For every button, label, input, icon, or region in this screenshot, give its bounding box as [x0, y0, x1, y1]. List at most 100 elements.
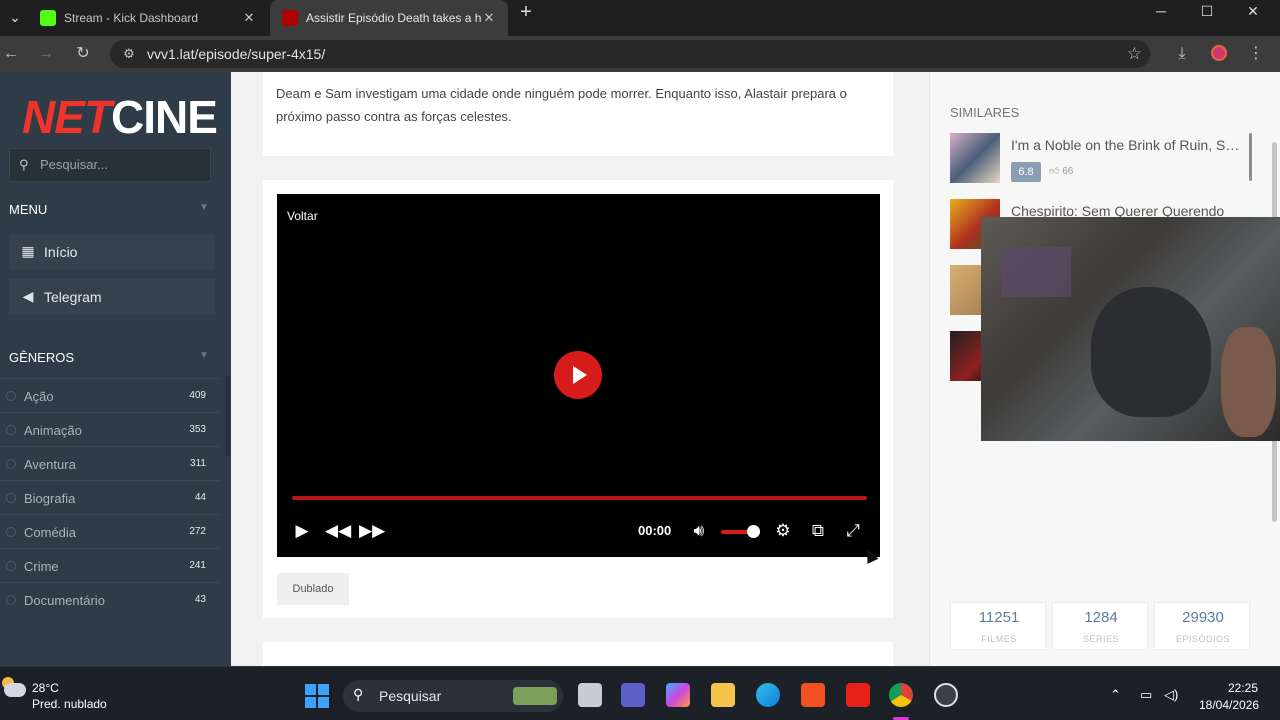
stat-episodios: 29930 EPISÓDIOS: [1154, 602, 1250, 650]
search-highlight-icon: [513, 687, 557, 705]
bullet-icon: [6, 425, 16, 435]
video-player[interactable]: Voltar ▶ ◀◀ ▶▶ 00:00 🔊︎ ⚙ ⧉ ⤢: [277, 194, 880, 557]
progress-bar[interactable]: [292, 496, 867, 500]
browser-tab-bar: ⌄ Stream - Kick Dashboard ✕ Assistir Epi…: [0, 0, 1280, 36]
genre-name: Animação: [24, 423, 82, 438]
genre-count: 409: [189, 390, 206, 401]
back-arrow-icon[interactable]: ←: [0, 43, 22, 65]
genre-name: Aventura: [24, 457, 76, 472]
language-badge[interactable]: Dublado: [277, 573, 349, 605]
site-info-icon[interactable]: ⚙: [120, 45, 138, 63]
file-explorer-icon[interactable]: [711, 683, 735, 707]
logo-part-cine: CINE: [111, 91, 218, 143]
clock-time[interactable]: 22:25: [1228, 681, 1258, 695]
teams-icon[interactable]: [621, 683, 645, 707]
volume-icon[interactable]: 🔊︎: [688, 519, 710, 543]
genre-count: 43: [194, 594, 206, 605]
genre-item[interactable]: Comédia 272: [0, 514, 220, 548]
search-placeholder: Pesquisar...: [40, 157, 108, 172]
genre-item[interactable]: Crime 241: [0, 548, 220, 582]
bookmark-star-icon[interactable]: ☆: [1127, 44, 1142, 64]
close-tab-icon[interactable]: ✕: [482, 10, 496, 26]
stat-value: 29930: [1182, 609, 1224, 626]
chrome-icon[interactable]: [889, 683, 913, 707]
popout-icon[interactable]: ⧉: [807, 519, 829, 543]
similar-item[interactable]: I'm a Noble on the Brink of Ruin, So I M…: [950, 133, 1250, 183]
play-icon[interactable]: ▶: [291, 519, 313, 543]
fast-forward-icon[interactable]: ▶▶: [359, 519, 385, 543]
genre-count: 44: [194, 492, 206, 503]
network-icon[interactable]: ▭: [1140, 687, 1152, 703]
new-tab-plus-icon[interactable]: +: [514, 1, 538, 24]
weather-cloud-icon[interactable]: [4, 683, 26, 697]
stat-label: SÉRIES: [1082, 634, 1119, 644]
genre-item[interactable]: Aventura 311: [0, 446, 220, 480]
genres-heading[interactable]: GÊNEROS ▼: [9, 350, 209, 365]
more-menu-icon[interactable]: ⋮: [1245, 43, 1267, 65]
close-tab-icon[interactable]: ✕: [242, 10, 256, 26]
copilot-icon[interactable]: [666, 683, 690, 707]
netcine-logo[interactable]: NETCINE: [22, 91, 218, 143]
genre-item[interactable]: Ação 409: [0, 378, 220, 412]
minimize-icon[interactable]: ─: [1138, 0, 1184, 24]
big-play-button[interactable]: [554, 351, 602, 399]
clock-date[interactable]: 18/04/2026: [1199, 698, 1259, 712]
stat-filmes: 11251 FILMES: [950, 602, 1046, 650]
sidebar-item-label: Telegram: [44, 289, 102, 305]
menu-heading-label: MENU: [9, 202, 48, 217]
maximize-icon[interactable]: ☐: [1184, 0, 1230, 24]
youtube-icon[interactable]: [846, 683, 870, 707]
browser-tab-kick[interactable]: Stream - Kick Dashboard ✕: [28, 0, 268, 36]
rewind-icon[interactable]: ◀◀: [325, 519, 351, 543]
obs-icon[interactable]: [934, 683, 958, 707]
similar-title[interactable]: I'm a Noble on the Brink of Ruin, So I M…: [1011, 137, 1241, 153]
menu-heading[interactable]: MENU ▼: [9, 202, 209, 217]
chevron-up-icon[interactable]: ⌃: [1110, 687, 1121, 703]
stat-label: EPISÓDIOS: [1175, 634, 1230, 644]
tab-search-chevron-icon[interactable]: ⌄: [4, 6, 26, 28]
poster-thumbnail[interactable]: [950, 133, 1000, 183]
address-bar[interactable]: ⚙ vvv1.lat/episode/super-4x15/ ☆: [110, 40, 1150, 68]
browser-tab-netcine[interactable]: Assistir Episódio Death takes a h ✕: [270, 0, 508, 36]
windows-start-icon[interactable]: [305, 684, 329, 708]
back-button[interactable]: Voltar: [287, 209, 318, 223]
genre-name: Ação: [24, 389, 54, 404]
reload-icon[interactable]: ↻: [72, 43, 94, 65]
bullet-icon: [6, 527, 16, 537]
current-time: 00:00: [638, 523, 672, 538]
close-window-icon[interactable]: ✕: [1230, 0, 1276, 24]
taskbar-search-label: Pesquisar: [379, 688, 442, 704]
weather-description[interactable]: Pred. nublado: [32, 697, 107, 711]
genre-name: Biografia: [24, 491, 76, 506]
tab-title: Assistir Episódio Death takes a h: [306, 11, 482, 25]
fullscreen-icon[interactable]: ⤢: [842, 519, 864, 543]
url-text[interactable]: vvv1.lat/episode/super-4x15/: [147, 46, 325, 62]
settings-gear-icon[interactable]: ⚙: [772, 519, 794, 543]
edge-icon[interactable]: [756, 683, 780, 707]
genre-item[interactable]: Biografia 44: [0, 480, 220, 514]
volume-icon[interactable]: ◁): [1164, 687, 1178, 703]
sidebar-scrollbar[interactable]: [226, 376, 230, 456]
similares-scrollbar[interactable]: [1249, 133, 1252, 181]
sidebar-item-telegram[interactable]: ◀ Telegram: [9, 279, 215, 315]
genre-item[interactable]: Animação 353: [0, 412, 220, 446]
genre-item[interactable]: Documentário 43: [0, 582, 220, 616]
store-icon[interactable]: [801, 683, 825, 707]
film-icon: ▦: [21, 243, 35, 259]
bullet-icon: [6, 459, 16, 469]
sidebar-item-inicio[interactable]: ▦ Início: [9, 234, 215, 270]
bullet-icon: [6, 595, 16, 605]
genre-name: Documentário: [24, 593, 105, 608]
likes-count: 👍︎ 66: [1049, 165, 1073, 177]
profile-avatar-icon[interactable]: [1211, 45, 1227, 61]
taskbar-search[interactable]: ⚲ Pesquisar: [343, 680, 563, 712]
episode-synopsis: Deam e Sam investigam uma cidade onde ni…: [276, 86, 847, 124]
volume-slider-handle[interactable]: [747, 525, 760, 538]
sidebar-search-input[interactable]: ⚲ Pesquisar...: [9, 148, 211, 182]
weather-temperature[interactable]: 28°C: [32, 681, 59, 695]
genre-count: 272: [189, 526, 206, 537]
task-view-icon[interactable]: [578, 683, 602, 707]
forward-arrow-icon[interactable]: →: [35, 43, 57, 65]
genre-count: 241: [189, 560, 206, 571]
download-icon[interactable]: ⤓: [1171, 43, 1193, 65]
